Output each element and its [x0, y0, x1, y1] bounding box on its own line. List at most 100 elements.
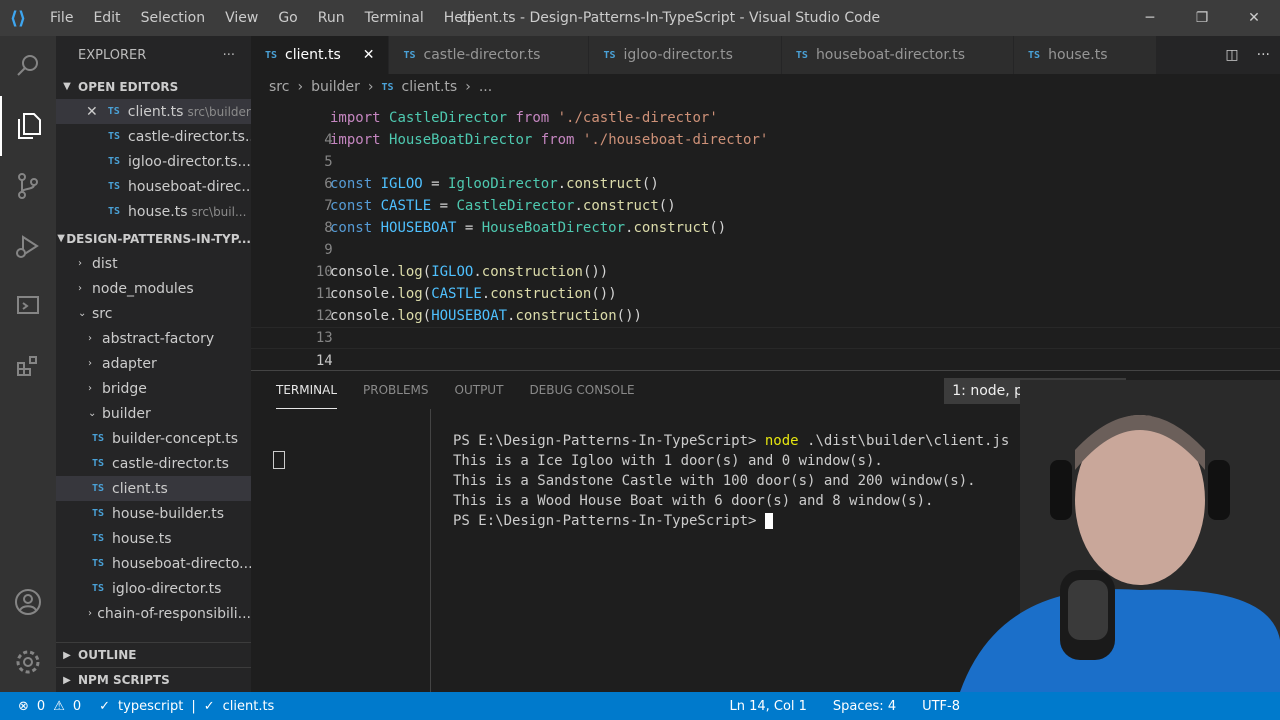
remote-explorer-icon[interactable]: [0, 276, 56, 336]
tree-folder-builder[interactable]: ⌄ builder: [56, 401, 251, 426]
code-line: 6: [251, 151, 1280, 192]
menu-help[interactable]: Help: [434, 0, 486, 36]
terminal-prompt: PS E:\Design-Patterns-In-TypeScript>: [453, 433, 757, 449]
menu-view[interactable]: View: [215, 0, 268, 36]
warning-icon[interactable]: ⚠: [53, 699, 65, 714]
extensions-icon[interactable]: [0, 336, 56, 396]
terminal-tabs-list: [251, 409, 431, 693]
tree-file[interactable]: TS houseboat-directo...: [56, 551, 251, 576]
tab-debug-console[interactable]: DEBUG CONSOLE: [529, 371, 634, 409]
code-line: 8 const CASTLE = CastleDirector.construc…: [251, 195, 1280, 236]
cursor-position[interactable]: Ln 14, Col 1: [729, 699, 806, 714]
tree-file[interactable]: TS house.ts: [56, 526, 251, 551]
variable: IGLOO: [431, 264, 474, 280]
outline-section[interactable]: ▶ OUTLINE: [56, 642, 251, 667]
project-section[interactable]: ▼ DESIGN-PATTERNS-IN-TYP...: [56, 226, 251, 251]
error-count[interactable]: 0: [37, 699, 45, 714]
split-editor-icon[interactable]: ◫: [1225, 47, 1238, 63]
menu-run[interactable]: Run: [308, 0, 355, 36]
status-bar: ⊗ 0 ⚠ 0 ✓ typescript | ✓ client.ts Ln 14…: [0, 692, 1280, 720]
close-icon[interactable]: ✕: [86, 104, 98, 120]
class-name: HouseBoatDirector: [389, 132, 533, 148]
typescript-file-icon: TS: [108, 156, 121, 167]
keyword: const: [330, 176, 373, 192]
menu-go[interactable]: Go: [268, 0, 307, 36]
method: log: [397, 286, 423, 302]
keyword: const: [330, 220, 373, 236]
open-editor-item[interactable]: TS igloo-director.ts...: [56, 149, 251, 174]
source-control-icon[interactable]: [0, 156, 56, 216]
menu-bar: File Edit Selection View Go Run Terminal…: [40, 0, 486, 36]
settings-gear-icon[interactable]: [0, 632, 56, 692]
search-icon[interactable]: [0, 36, 56, 96]
tab-castle-director[interactable]: TS castle-director.ts: [389, 36, 590, 74]
tab-output[interactable]: OUTPUT: [455, 371, 504, 409]
terminal-output[interactable]: PS E:\Design-Patterns-In-TypeScript> nod…: [453, 431, 1009, 531]
minimize-icon[interactable]: ─: [1124, 0, 1176, 36]
identifier: console: [330, 286, 390, 302]
tab-client[interactable]: TS client.ts ✕: [251, 36, 390, 74]
open-editor-item[interactable]: TS houseboat-direc...: [56, 174, 251, 199]
error-icon[interactable]: ⊗: [18, 699, 29, 714]
tab-house[interactable]: TS house.ts: [1014, 36, 1157, 74]
encoding[interactable]: UTF-8: [922, 699, 960, 714]
run-debug-icon[interactable]: [0, 216, 56, 276]
terminal-instance-icon[interactable]: [273, 451, 285, 469]
menu-edit[interactable]: Edit: [83, 0, 130, 36]
close-tab-icon[interactable]: ✕: [363, 47, 375, 63]
typescript-file-icon: TS: [603, 49, 616, 61]
file-status[interactable]: client.ts: [223, 699, 275, 714]
menu-selection[interactable]: Selection: [131, 0, 216, 36]
breadcrumb-builder[interactable]: builder: [311, 79, 360, 95]
indentation[interactable]: Spaces: 4: [833, 699, 896, 714]
maximize-icon[interactable]: ❐: [1176, 0, 1228, 36]
open-editor-item[interactable]: TS castle-director.ts...: [56, 124, 251, 149]
open-editor-item[interactable]: ✕ TS client.ts src\builder: [56, 99, 251, 124]
tab-igloo-director[interactable]: TS igloo-director.ts: [589, 36, 782, 74]
open-editor-name: castle-director.ts...: [128, 128, 251, 145]
tree-folder-dist[interactable]: › dist: [56, 251, 251, 276]
tree-folder-node-modules[interactable]: › node_modules: [56, 276, 251, 301]
tab-houseboat-director[interactable]: TS houseboat-director.ts: [781, 36, 1015, 74]
file-name: castle-director.ts: [112, 455, 229, 472]
typescript-file-icon: TS: [381, 81, 394, 93]
open-editors-section[interactable]: ▼ OPEN EDITORS: [56, 74, 251, 99]
tree-file-selected[interactable]: TS client.ts: [56, 476, 251, 501]
language-status[interactable]: typescript: [118, 699, 183, 714]
string-literal: './houseboat-director': [582, 132, 769, 148]
tree-folder-bridge[interactable]: › bridge: [56, 376, 251, 401]
breadcrumb-separator: ›: [465, 79, 471, 95]
breadcrumb-file[interactable]: client.ts: [402, 79, 458, 95]
more-actions-icon[interactable]: ···: [1257, 47, 1270, 63]
close-window-icon[interactable]: ✕: [1228, 0, 1280, 36]
webcam-overlay: [940, 380, 1280, 692]
tree-folder-adapter[interactable]: › adapter: [56, 351, 251, 376]
npm-scripts-section[interactable]: ▶ NPM SCRIPTS: [56, 667, 251, 692]
open-editor-item[interactable]: TS house.ts src\buil...: [56, 199, 251, 224]
typescript-file-icon: TS: [92, 433, 105, 444]
breadcrumb-src[interactable]: src: [269, 79, 289, 95]
project-label: DESIGN-PATTERNS-IN-TYP...: [66, 231, 251, 246]
breadcrumb: src › builder › TS client.ts › ...: [251, 74, 1280, 100]
tree-file[interactable]: TS builder-concept.ts: [56, 426, 251, 451]
tab-terminal[interactable]: TERMINAL: [276, 371, 338, 409]
tree-folder-src[interactable]: ⌄ src: [56, 301, 251, 326]
folder-name: node_modules: [92, 280, 194, 297]
tree-file[interactable]: TS house-builder.ts: [56, 501, 251, 526]
tree-file[interactable]: TS igloo-director.ts: [56, 576, 251, 601]
tree-folder-abstract-factory[interactable]: › abstract-factory: [56, 326, 251, 351]
code-editor[interactable]: 4 import CastleDirector from './castle-d…: [251, 100, 1280, 368]
tree-folder-chain[interactable]: › chain-of-responsibili...: [56, 601, 251, 626]
warning-count[interactable]: 0: [73, 699, 81, 714]
breadcrumb-more[interactable]: ...: [479, 79, 492, 95]
file-name: client.ts: [112, 480, 168, 497]
explorer-icon[interactable]: [0, 96, 56, 156]
menu-terminal[interactable]: Terminal: [355, 0, 434, 36]
tree-file[interactable]: TS castle-director.ts: [56, 451, 251, 476]
separator: |: [191, 698, 196, 714]
tab-problems[interactable]: PROBLEMS: [363, 371, 429, 409]
menu-file[interactable]: File: [40, 0, 83, 36]
account-icon[interactable]: [0, 572, 56, 632]
more-actions-icon[interactable]: ···: [223, 48, 235, 63]
terminal-prompt: PS E:\Design-Patterns-In-TypeScript>: [453, 513, 757, 529]
